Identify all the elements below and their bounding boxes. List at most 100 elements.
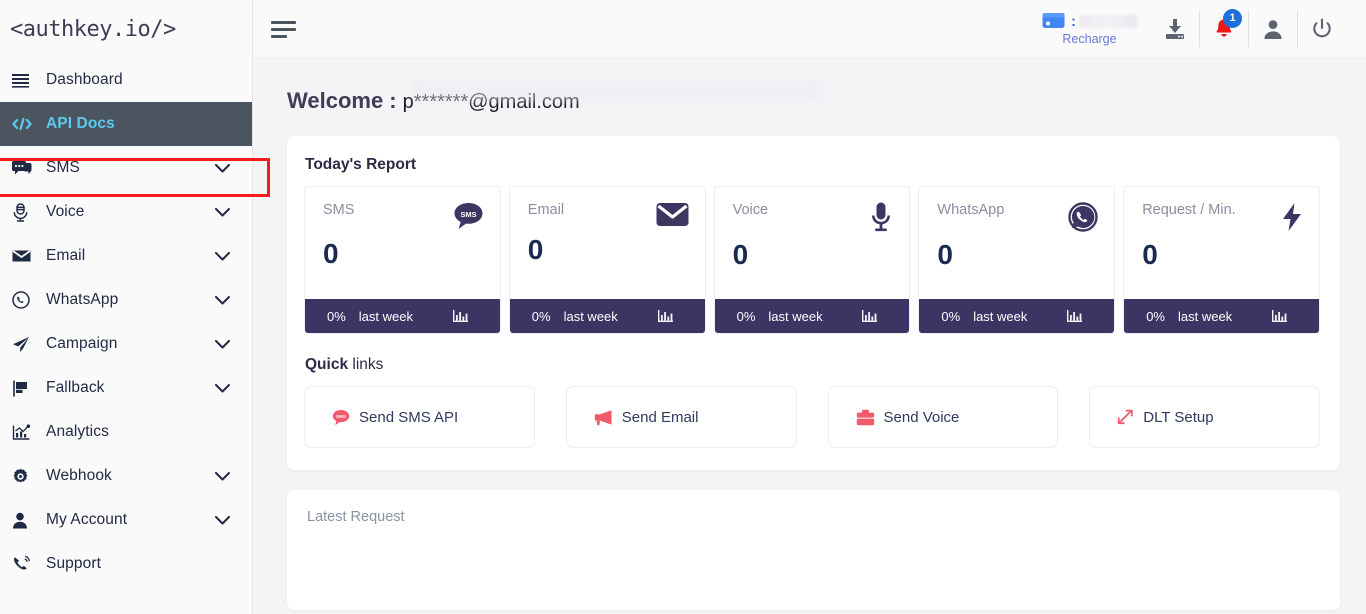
- sms-bubble-icon: SMS: [453, 202, 484, 231]
- menu-bars-icon: [12, 70, 36, 90]
- stat-card-footer: 0% last week: [509, 299, 705, 333]
- brand-logo[interactable]: <authkey.io/>: [0, 0, 252, 58]
- chevron-down-icon[interactable]: [214, 336, 230, 352]
- chevron-down-icon[interactable]: [214, 204, 230, 220]
- stat-percent: 0%: [531, 308, 551, 324]
- stat-card-label: Voice: [732, 202, 769, 218]
- app-root: <authkey.io/> Dashboard API Docs SMS Voi…: [0, 0, 1366, 614]
- stat-card-sms[interactable]: SMS SMS 0 0% last week: [304, 186, 501, 334]
- sidebar-item-email[interactable]: Email: [0, 234, 252, 278]
- sidebar-item-dashboard[interactable]: Dashboard: [0, 58, 252, 102]
- stat-card-whatsapp[interactable]: WhatsApp 0 0% last week: [918, 186, 1116, 334]
- chevron-down-icon[interactable]: [214, 380, 230, 396]
- stat-period: last week: [768, 308, 823, 324]
- stat-card-head: Voice: [733, 202, 894, 232]
- svg-text:SMS: SMS: [460, 210, 476, 219]
- sidebar-item-label: Webhook: [46, 467, 112, 484]
- sidebar-item-fallback[interactable]: Fallback: [0, 366, 252, 410]
- sidebar-item-webhook[interactable]: Webhook: [0, 454, 252, 498]
- quick-link-dlt-setup[interactable]: DLT Setup: [1089, 386, 1320, 448]
- welcome-header: Welcome : p*******@gmail.com: [287, 58, 1340, 136]
- wallet-balance-masked: [1079, 14, 1137, 28]
- topbar: : Recharge 1: [253, 0, 1366, 58]
- stat-period: last week: [358, 308, 413, 324]
- sidebar-item-label: My Account: [46, 511, 128, 528]
- stat-period: last week: [563, 308, 618, 324]
- stat-card-body: Voice 0: [715, 187, 910, 299]
- stat-card-body: Request / Min. 0: [1124, 187, 1319, 299]
- sidebar-item-label: SMS: [46, 159, 80, 176]
- stat-card-label: SMS: [323, 202, 355, 218]
- stat-card-footer: 0% last week: [305, 299, 500, 333]
- wallet-recharge[interactable]: : Recharge: [1038, 12, 1151, 46]
- chevron-down-icon[interactable]: [214, 292, 230, 308]
- bar-chart-icon[interactable]: [1271, 309, 1287, 323]
- quick-link-send-email[interactable]: Send Email: [565, 386, 797, 448]
- microphone-icon: [869, 202, 893, 232]
- download-icon: [1163, 17, 1187, 41]
- report-panel: Today's Report SMS SMS 0 0% last week Em…: [287, 136, 1340, 470]
- stat-card-body: SMS SMS 0: [305, 187, 500, 299]
- stat-percent: 0%: [1146, 308, 1165, 324]
- sidebar-item-api-docs[interactable]: API Docs: [0, 102, 252, 146]
- stat-percent: 0%: [736, 308, 756, 324]
- envelope-icon: [656, 202, 689, 227]
- stat-card-body: Email 0: [510, 187, 705, 299]
- gear-icon: [12, 466, 36, 486]
- code-tags-icon: [12, 114, 36, 134]
- sidebar-item-whatsapp[interactable]: WhatsApp: [0, 278, 252, 322]
- chevron-down-icon[interactable]: [214, 160, 230, 176]
- sidebar-item-support[interactable]: Support: [0, 542, 252, 586]
- sidebar-item-label: Campaign: [46, 335, 118, 352]
- hamburger-icon[interactable]: [271, 19, 305, 38]
- wallet-row: :: [1042, 12, 1137, 31]
- latest-request-title: Latest Request: [307, 509, 405, 525]
- chevron-down-icon[interactable]: [214, 468, 230, 484]
- fallback-flag-icon: [12, 378, 36, 398]
- bar-chart-icon[interactable]: [657, 309, 673, 323]
- stat-card-head: WhatsApp: [937, 202, 1098, 232]
- notifications-button[interactable]: 1: [1200, 0, 1248, 58]
- sidebar-item-voice[interactable]: Voice: [0, 190, 252, 234]
- whatsapp-icon: [1068, 202, 1098, 232]
- sidebar-item-sms[interactable]: SMS: [0, 146, 252, 190]
- bar-chart-icon[interactable]: [862, 309, 878, 323]
- sidebar-item-label: WhatsApp: [46, 291, 119, 308]
- stat-card-body: WhatsApp 0: [919, 187, 1114, 299]
- logout-button[interactable]: [1298, 0, 1346, 58]
- stat-card-voice[interactable]: Voice 0 0% last week: [713, 186, 911, 334]
- todays-report-title: Today's Report: [305, 156, 417, 173]
- bar-chart-icon[interactable]: [1067, 309, 1083, 323]
- quick-links: SMS Send SMS API Send Email Send Voice D…: [304, 386, 1320, 448]
- quick-link-send-sms-api[interactable]: SMS Send SMS API: [304, 386, 535, 448]
- sidebar-item-label: API Docs: [46, 115, 115, 132]
- paper-plane-icon: [12, 334, 36, 354]
- sidebar-item-my-account[interactable]: My Account: [0, 498, 252, 542]
- stat-card-label: WhatsApp: [937, 202, 1005, 218]
- bar-chart-icon[interactable]: [452, 309, 468, 323]
- chevron-down-icon[interactable]: [214, 512, 230, 528]
- stat-card-value: 0: [527, 234, 544, 265]
- main-area: : Recharge 1 Welcome: p*******@gmail.co…: [253, 0, 1366, 614]
- stat-percent: 0%: [327, 308, 346, 324]
- stat-card-label: Request / Min.: [1142, 202, 1236, 218]
- wallet-separator: :: [1071, 12, 1076, 30]
- sidebar-item-label: Email: [46, 247, 86, 264]
- chevron-down-icon[interactable]: [214, 248, 230, 264]
- sidebar-item-campaign[interactable]: Campaign: [0, 322, 252, 366]
- stat-period: last week: [1177, 308, 1233, 324]
- stat-card-head: SMS SMS: [323, 202, 484, 231]
- sidebar-item-label: Fallback: [46, 379, 105, 396]
- quick-link-label: Send Email: [621, 408, 699, 426]
- stat-card-email[interactable]: Email 0 0% last week: [508, 186, 706, 334]
- recharge-label[interactable]: Recharge: [1062, 32, 1116, 46]
- sidebar-item-analytics[interactable]: Analytics: [0, 410, 252, 454]
- sidebar: <authkey.io/> Dashboard API Docs SMS Voi…: [0, 0, 253, 614]
- stat-card-request-per-min[interactable]: Request / Min. 0 0% last week: [1123, 186, 1320, 334]
- download-button[interactable]: [1151, 0, 1199, 58]
- quick-link-send-voice[interactable]: Send Voice: [827, 386, 1059, 448]
- bolt-icon: [1281, 202, 1303, 232]
- microphone-icon: [12, 202, 36, 222]
- profile-button[interactable]: [1249, 0, 1297, 58]
- arrows-expand-icon: [1117, 409, 1134, 425]
